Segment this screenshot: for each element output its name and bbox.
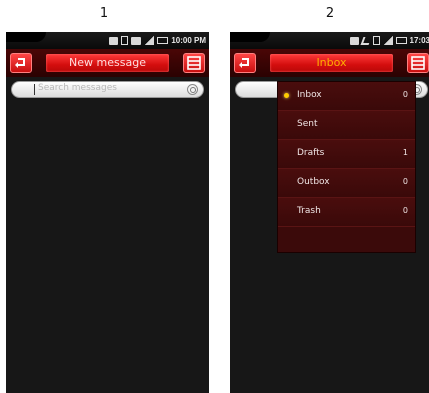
back-button[interactable] bbox=[234, 53, 256, 73]
status-bar-notch bbox=[6, 32, 46, 42]
status-bar-notch bbox=[230, 32, 270, 42]
dropdown-item-sent[interactable]: Sent bbox=[278, 111, 415, 140]
dropdown-item-outbox[interactable]: Outbox 0 bbox=[278, 169, 415, 198]
menu-button[interactable] bbox=[407, 53, 429, 73]
sim-icon bbox=[121, 36, 129, 45]
phone-screen-2: 17:03 Inbox Inbox 0 Sent Drafts 1 Outbox… bbox=[230, 32, 429, 393]
dropdown-item-label: Drafts bbox=[297, 148, 325, 158]
menu-button[interactable] bbox=[183, 53, 205, 73]
dropdown-item-count: 1 bbox=[402, 148, 408, 157]
status-time: 17:03 bbox=[409, 36, 429, 45]
title-bar: Inbox bbox=[230, 49, 429, 77]
title-button[interactable]: New message bbox=[46, 54, 169, 72]
dropdown-item-label: Outbox bbox=[297, 177, 330, 187]
dropdown-item-drafts[interactable]: Drafts 1 bbox=[278, 140, 415, 169]
folder-dropdown: Inbox 0 Sent Drafts 1 Outbox 0 Trash 0 bbox=[277, 81, 416, 253]
status-icons: 10:00 PM bbox=[109, 34, 206, 47]
title-button[interactable]: Inbox bbox=[270, 54, 393, 72]
signal-icon bbox=[144, 36, 155, 45]
dropdown-item-label: Sent bbox=[297, 119, 318, 129]
search-input[interactable]: Search messages bbox=[11, 81, 204, 98]
search-icon[interactable] bbox=[187, 84, 198, 95]
back-arrow-icon bbox=[15, 58, 25, 68]
network-icon bbox=[131, 36, 142, 45]
dropdown-item-count: 0 bbox=[402, 90, 408, 99]
menu-icon bbox=[411, 56, 425, 70]
dropdown-item-trash[interactable]: Trash 0 bbox=[278, 198, 415, 227]
status-bar: 17:03 bbox=[230, 32, 429, 49]
phone-screen-1: 10:00 PM New message Search messages bbox=[6, 32, 209, 393]
notification-icon bbox=[109, 36, 119, 45]
panel-label-1: 1 bbox=[99, 6, 109, 21]
signal-icon bbox=[382, 36, 393, 45]
notification-icon bbox=[349, 36, 359, 45]
battery-icon bbox=[157, 37, 169, 44]
selected-bullet-icon bbox=[284, 93, 289, 98]
dropdown-item-count: 0 bbox=[402, 206, 408, 215]
panel-label-2: 2 bbox=[325, 6, 335, 21]
back-arrow-icon bbox=[239, 58, 249, 68]
status-bar: 10:00 PM bbox=[6, 32, 209, 49]
sim-icon bbox=[372, 36, 380, 45]
dropdown-item-label: Trash bbox=[297, 206, 321, 216]
usb-icon bbox=[360, 36, 371, 45]
dropdown-item-count: 0 bbox=[402, 177, 408, 186]
text-cursor bbox=[34, 84, 35, 95]
dropdown-item-label: Inbox bbox=[297, 90, 322, 100]
status-time: 10:00 PM bbox=[171, 36, 206, 45]
battery-icon bbox=[395, 37, 407, 44]
title-bar: New message bbox=[6, 49, 209, 77]
menu-icon bbox=[187, 56, 201, 70]
status-icons: 17:03 bbox=[349, 34, 429, 47]
search-placeholder: Search messages bbox=[38, 83, 117, 93]
back-button[interactable] bbox=[10, 53, 32, 73]
dropdown-item-inbox[interactable]: Inbox 0 bbox=[278, 82, 415, 111]
